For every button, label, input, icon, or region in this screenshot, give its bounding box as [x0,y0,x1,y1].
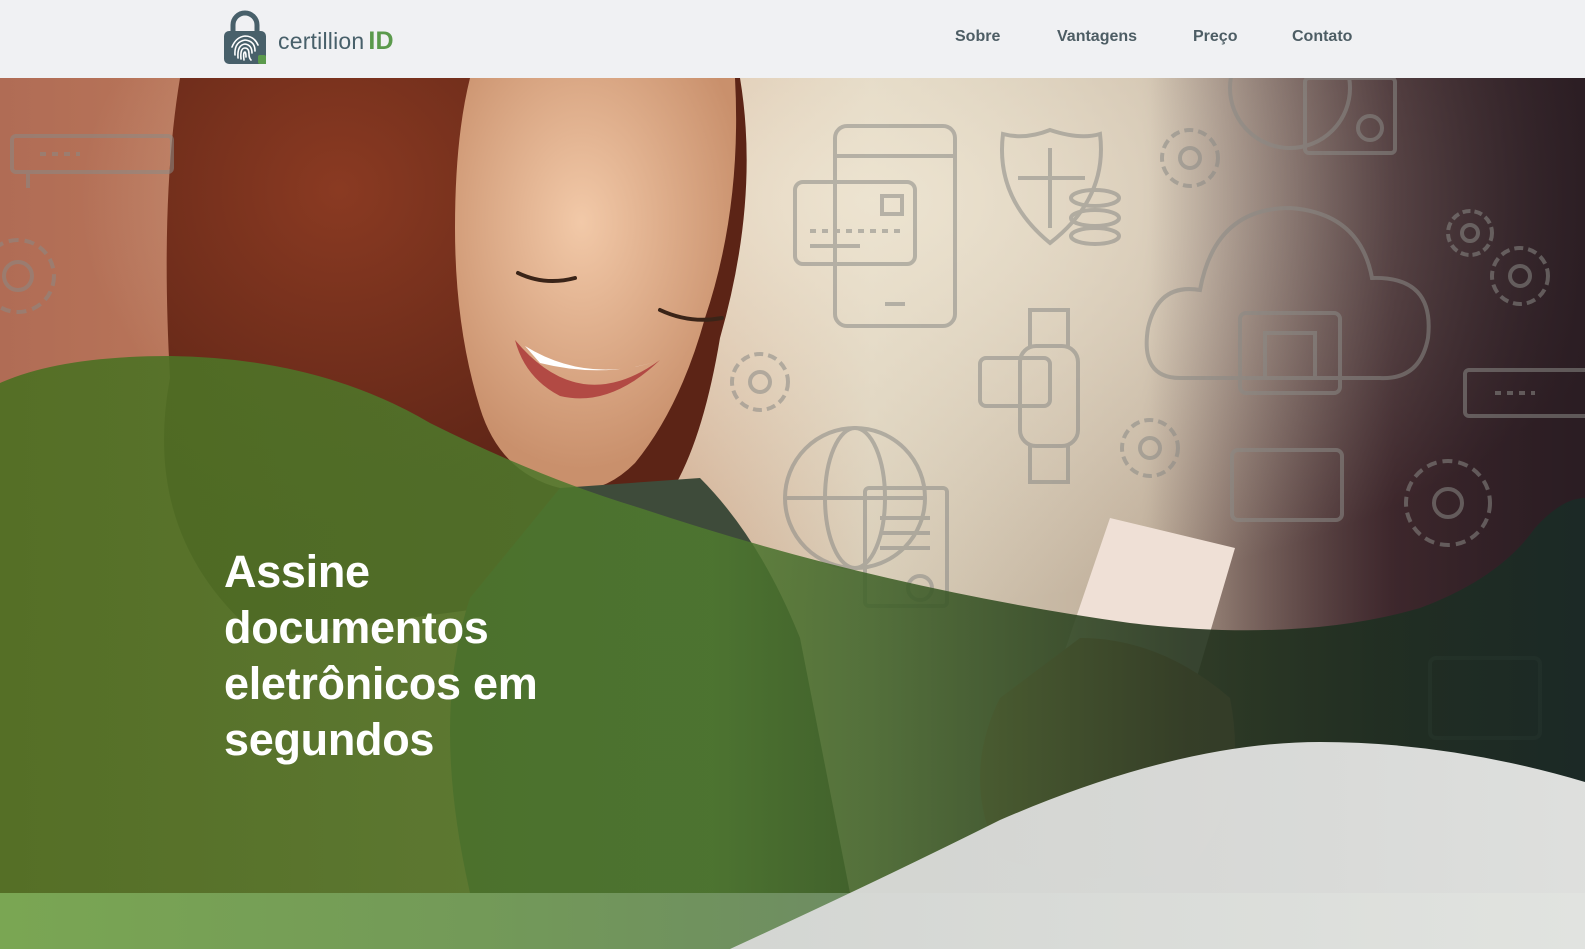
nav-link-vantagens[interactable]: Vantagens [1057,28,1137,46]
hero-section: Assine documentos eletrônicos em segundo… [0,78,1585,893]
hero-title: Assine documentos eletrônicos em segundo… [224,546,538,765]
main-nav: Sobre Vantagens Preço Contato [0,28,1585,52]
site-header: certillion ID Sobre Vantagens Preço Conta… [0,0,1585,78]
nav-link-contato[interactable]: Contato [1292,28,1352,46]
bottom-band [0,893,1585,949]
nav-link-sobre[interactable]: Sobre [955,28,1000,46]
nav-link-preco[interactable]: Preço [1193,28,1237,46]
hero-background-photo [0,78,1585,893]
